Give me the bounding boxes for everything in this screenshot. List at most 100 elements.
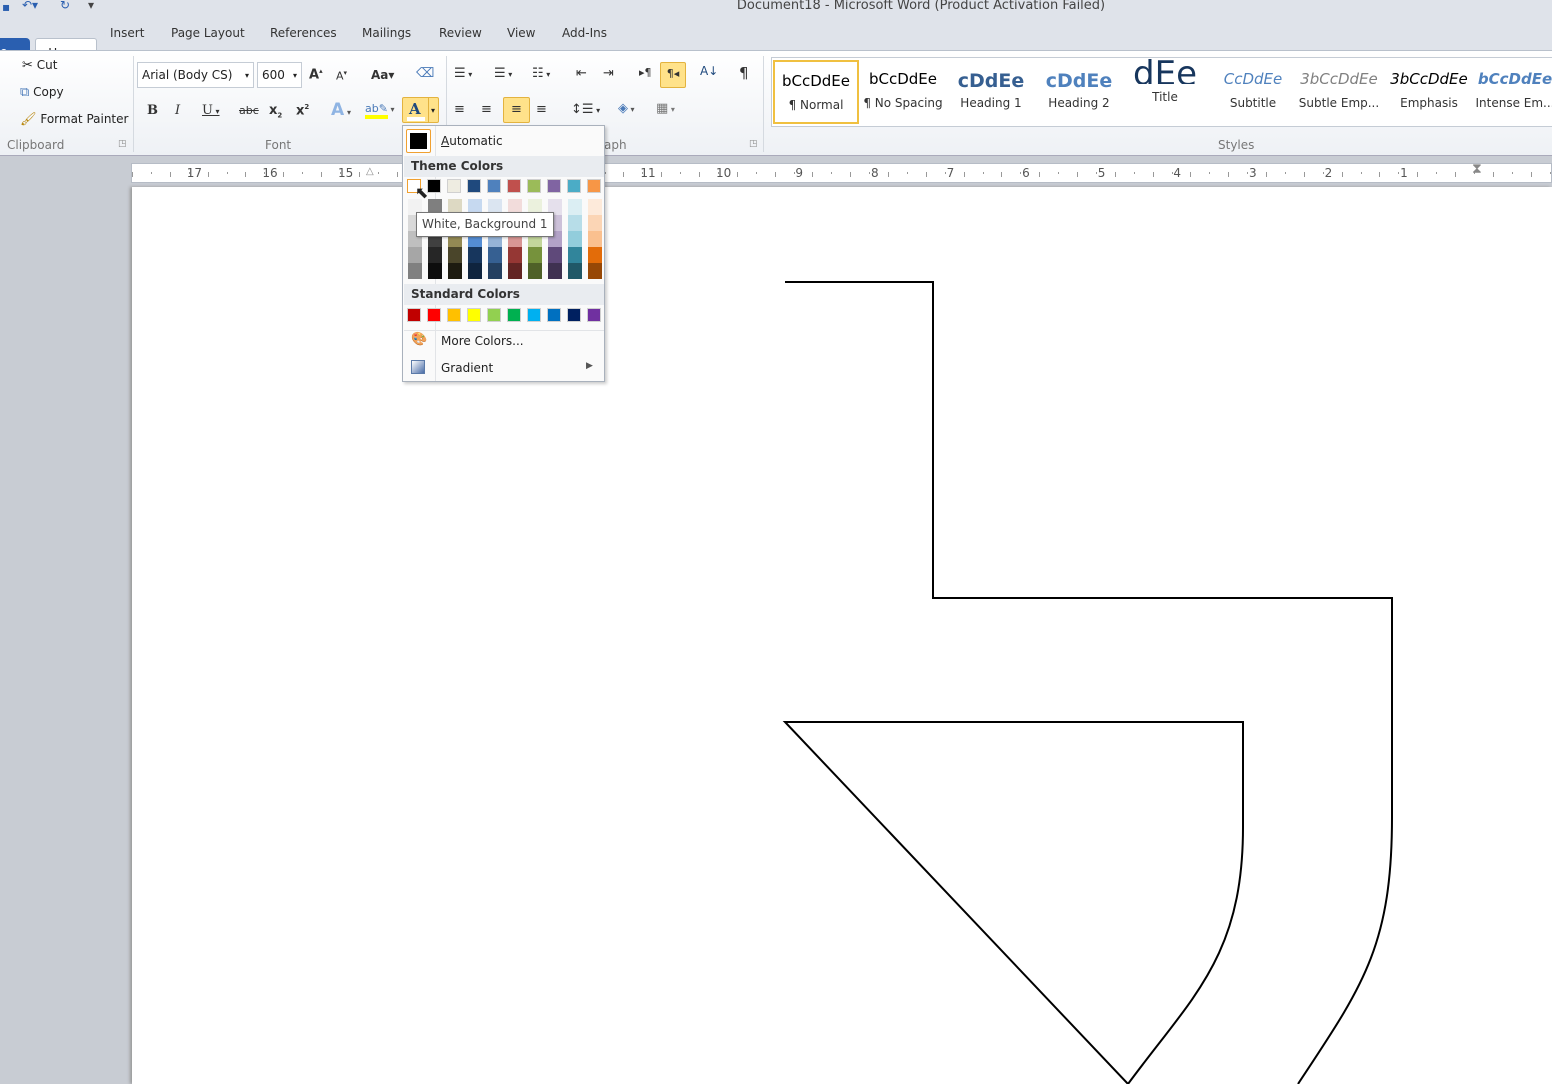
style-subtitle[interactable]: CcDdEe Subtitle [1210, 60, 1296, 124]
ltr-icon[interactable]: ▸¶ [639, 66, 652, 79]
tab-mailings[interactable]: Mailings [362, 26, 411, 40]
style-emphasis[interactable]: 3bCcDdEe Emphasis [1386, 60, 1472, 124]
theme-shade-swatch[interactable] [588, 247, 602, 263]
text-glyph-outline[interactable] [132, 187, 1552, 1084]
theme-shade-swatch[interactable] [588, 231, 602, 247]
theme-color-swatch[interactable] [507, 179, 521, 193]
theme-color-swatch[interactable] [567, 179, 581, 193]
standard-color-swatch[interactable] [427, 308, 441, 322]
theme-shade-swatch[interactable] [548, 247, 562, 263]
theme-color-swatch[interactable] [447, 179, 461, 193]
style-normal[interactable]: bCcDdEe ¶ Normal [773, 60, 859, 124]
line-spacing-icon[interactable]: ↕☰ ▾ [571, 102, 600, 117]
chevron-down-icon[interactable]: ▾ [431, 106, 435, 115]
automatic-color-swatch[interactable] [406, 129, 431, 153]
theme-shade-swatch[interactable] [528, 263, 542, 279]
theme-shade-swatch[interactable] [508, 263, 522, 279]
standard-color-swatch[interactable] [447, 308, 461, 322]
theme-color-swatch[interactable] [547, 179, 561, 193]
theme-shade-swatch[interactable] [568, 231, 582, 247]
decrease-indent-icon[interactable]: ⇤ [576, 66, 587, 81]
numbering-icon[interactable]: ☰ ▾ [494, 66, 512, 81]
copy-button[interactable]: ⧉ Copy [20, 85, 64, 100]
theme-shade-swatch[interactable] [468, 263, 482, 279]
justify-icon[interactable]: ≡ [536, 102, 547, 117]
shading-icon[interactable]: ◈ ▾ [618, 101, 635, 116]
theme-shade-swatch[interactable] [428, 247, 442, 263]
bold-icon[interactable]: B [147, 103, 158, 118]
align-right-icon[interactable]: ≡ [503, 97, 530, 123]
standard-color-swatch[interactable] [547, 308, 561, 322]
italic-icon[interactable]: I [175, 103, 180, 118]
theme-shade-swatch[interactable] [588, 263, 602, 279]
tab-view[interactable]: View [507, 26, 535, 40]
theme-color-swatch[interactable] [467, 179, 481, 193]
theme-shade-swatch[interactable] [408, 263, 422, 279]
increase-indent-icon[interactable]: ⇥ [603, 66, 614, 81]
style-intense-em[interactable]: bCcDdEe Intense Em... [1472, 60, 1552, 124]
clear-formatting-icon[interactable]: ⌫ [416, 66, 434, 81]
font-size-combo[interactable]: 600 ▾ [257, 62, 302, 88]
document-page[interactable] [132, 187, 1552, 1084]
tab-insert[interactable]: Insert [110, 26, 144, 40]
style-heading-2[interactable]: cDdEe Heading 2 [1036, 60, 1122, 124]
subscript-icon[interactable]: x2 [269, 103, 282, 120]
style-subtle-emp[interactable]: 3bCcDdEe Subtle Emp... [1296, 60, 1382, 124]
theme-shade-swatch[interactable] [488, 247, 502, 263]
theme-shade-swatch[interactable] [588, 215, 602, 231]
automatic-option[interactable]: Automatic [441, 134, 503, 148]
theme-shade-swatch[interactable] [568, 199, 582, 215]
standard-color-swatch[interactable] [407, 308, 421, 322]
theme-shade-swatch[interactable] [428, 263, 442, 279]
standard-color-swatch[interactable] [507, 308, 521, 322]
standard-color-swatch[interactable] [527, 308, 541, 322]
theme-shade-swatch[interactable] [408, 247, 422, 263]
gradient-option[interactable]: Gradient [441, 361, 493, 375]
style-heading-1[interactable]: cDdEe Heading 1 [948, 60, 1034, 124]
theme-shade-swatch[interactable] [568, 263, 582, 279]
standard-color-swatch[interactable] [587, 308, 601, 322]
theme-shade-swatch[interactable] [528, 247, 542, 263]
theme-shade-swatch[interactable] [488, 263, 502, 279]
multilevel-list-icon[interactable]: ☷ ▾ [532, 66, 550, 81]
sort-icon[interactable]: A↓ [700, 64, 718, 78]
tab-page-layout[interactable]: Page Layout [171, 26, 245, 40]
theme-shade-swatch[interactable] [548, 263, 562, 279]
show-formatting-icon[interactable]: ¶ [739, 64, 749, 82]
tab-add-ins[interactable]: Add-Ins [562, 26, 607, 40]
theme-color-swatch[interactable] [587, 179, 601, 193]
standard-color-swatch[interactable] [487, 308, 501, 322]
tab-references[interactable]: References [270, 26, 337, 40]
style-title[interactable]: dEe Title [1122, 54, 1208, 124]
clipboard-launcher-icon[interactable]: ◳ [118, 139, 127, 149]
theme-shade-swatch[interactable] [448, 263, 462, 279]
text-effects-icon[interactable]: A ▾ [331, 100, 351, 120]
theme-color-swatch[interactable] [427, 179, 441, 193]
font-color-button[interactable]: A ▾ [402, 97, 439, 123]
cut-button[interactable]: ✂ Cut [22, 58, 57, 73]
grow-font-icon[interactable]: A▴ [309, 67, 323, 82]
rtl-icon[interactable]: ¶◂ [660, 62, 686, 88]
theme-shade-swatch[interactable] [468, 247, 482, 263]
right-indent-marker[interactable]: ⧗ [1472, 161, 1482, 177]
align-left-icon[interactable]: ≡ [454, 102, 465, 117]
font-name-combo[interactable]: Arial (Body CS) ▾ [137, 62, 254, 88]
horizontal-ruler[interactable]: 17 16 15 11 10 9 8 7 6 5 4 3 2 1 [131, 163, 1552, 183]
left-indent-marker[interactable]: △ [366, 166, 374, 177]
borders-icon[interactable]: ▦ ▾ [656, 101, 675, 116]
tab-review[interactable]: Review [439, 26, 482, 40]
underline-icon[interactable]: U ▾ [202, 103, 220, 118]
more-colors-option[interactable]: More Colors... [441, 334, 524, 348]
theme-shade-swatch[interactable] [508, 247, 522, 263]
theme-shade-swatch[interactable] [568, 215, 582, 231]
change-case-icon[interactable]: Aa▾ [371, 68, 394, 82]
standard-color-swatch[interactable] [567, 308, 581, 322]
style-no-spacing[interactable]: bCcDdEe ¶ No Spacing [860, 60, 946, 124]
format-painter-button[interactable]: 🖌 Format Painter [20, 112, 128, 127]
standard-color-swatch[interactable] [467, 308, 481, 322]
align-center-icon[interactable]: ≡ [481, 102, 492, 117]
bullets-icon[interactable]: ☰ ▾ [454, 66, 472, 81]
shrink-font-icon[interactable]: A▾ [336, 69, 347, 83]
paragraph-launcher-icon[interactable]: ◳ [749, 139, 758, 149]
superscript-icon[interactable]: x2 [296, 103, 309, 118]
